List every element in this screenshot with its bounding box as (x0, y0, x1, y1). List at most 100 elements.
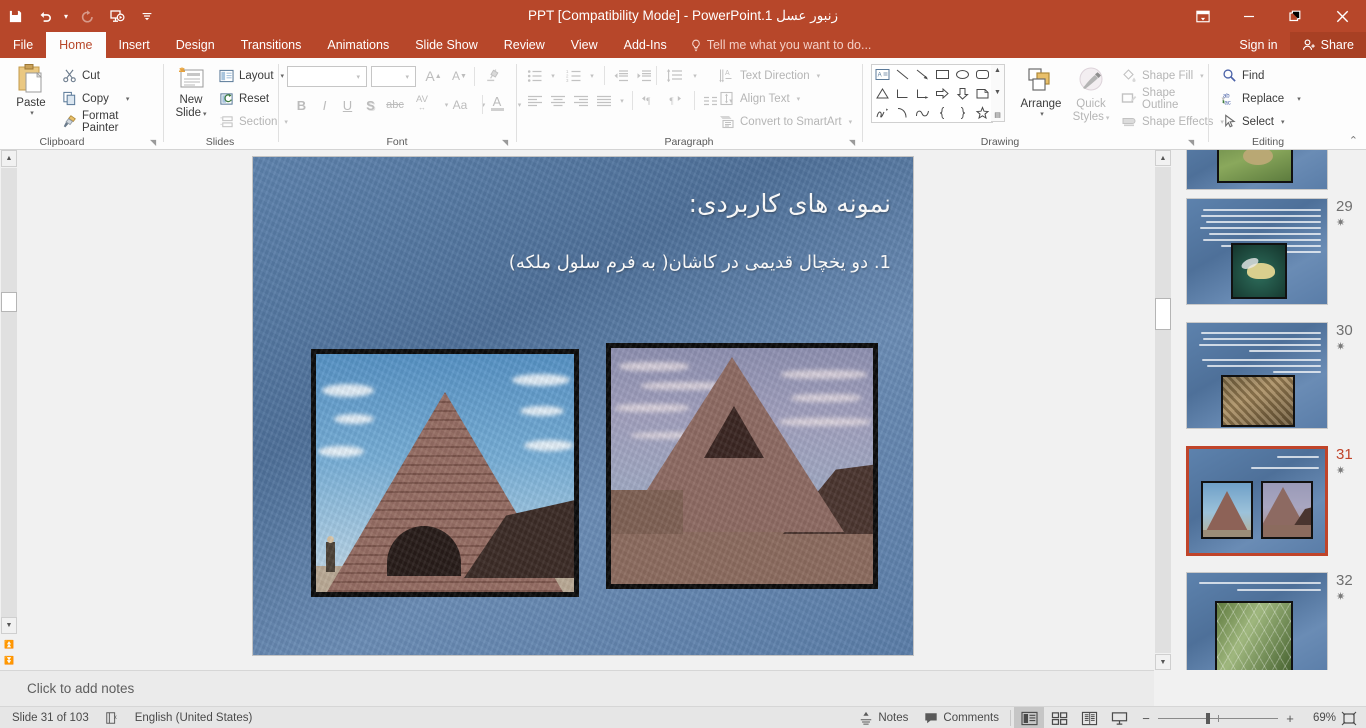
shape-text-box[interactable]: A (872, 65, 892, 84)
tab-slide-show[interactable]: Slide Show (402, 32, 491, 58)
slide-pane-scroll-up-icon[interactable]: ▲ (1155, 150, 1171, 166)
shape-fill-caret[interactable]: ▾ (1200, 72, 1204, 80)
arrange-button[interactable]: Arrange ▾ (1015, 63, 1067, 135)
quick-styles-caret[interactable]: ▾ (1106, 115, 1110, 122)
tab-file[interactable]: File (0, 32, 46, 58)
justify-caret[interactable]: ▾ (615, 90, 627, 111)
shape-arc[interactable] (892, 103, 912, 122)
clear-formatting-button[interactable] (481, 64, 505, 86)
slide-pane-scrollbar[interactable]: ▲ ▼ (1154, 150, 1172, 670)
thumbnail-item[interactable]: 29 ✷ (1172, 198, 1366, 305)
tab-home[interactable]: Home (46, 32, 106, 58)
zoom-track[interactable] (1158, 712, 1278, 724)
tell-me-search[interactable]: Tell me what you want to do... (680, 32, 882, 58)
bullets-caret[interactable]: ▾ (546, 65, 558, 86)
reset-button[interactable]: Reset (215, 87, 277, 110)
font-name-caret[interactable]: ▾ (352, 73, 364, 81)
zoom-knob[interactable] (1206, 712, 1210, 724)
thumbnail-frame[interactable] (1186, 322, 1328, 429)
drawing-dialog-launcher[interactable]: ◥ (1188, 138, 1194, 147)
slide-title-placeholder[interactable]: نمونه های کاربردی: (293, 189, 891, 218)
notes-pane[interactable]: Click to add notes (0, 670, 1154, 706)
convert-to-smartart-button[interactable]: Convert to SmartArt ▾ (715, 110, 860, 133)
shape-left-brace[interactable] (932, 103, 952, 122)
thumbnail-frame[interactable] (1186, 150, 1328, 190)
shape-scribble[interactable] (872, 103, 892, 122)
thumbnail-frame-selected[interactable] (1186, 446, 1328, 556)
rtl-text-direction-button[interactable]: ¶ (665, 90, 689, 111)
slide-pane-scroll-thumb[interactable] (1155, 298, 1171, 330)
zoom-slider[interactable]: − + (1134, 711, 1302, 726)
arrange-dropdown-caret[interactable]: ▾ (1040, 110, 1044, 118)
change-case-button[interactable]: Aa (448, 94, 472, 116)
shape-star[interactable] (972, 103, 992, 122)
outline-scroll-down-icon[interactable]: ▼ (1, 617, 17, 634)
next-slide-icon[interactable]: ⏬ (1, 653, 17, 668)
align-text-button[interactable]: Align Text ▾ (715, 87, 855, 110)
clipboard-dialog-launcher[interactable]: ◥ (150, 138, 156, 147)
slide-canvas[interactable]: نمونه های کاربردی: 1. دو یخچال قدیمی در … (253, 157, 913, 655)
slide-sorter-view-button[interactable] (1044, 707, 1074, 728)
shapes-more-icon[interactable]: ▤ (994, 111, 1001, 119)
numbering-caret[interactable]: ▾ (585, 65, 597, 86)
find-button[interactable]: Find (1218, 64, 1318, 87)
thumbnail-item[interactable] (1172, 150, 1366, 190)
slide-counter[interactable]: Slide 31 of 103 (4, 707, 97, 728)
select-button[interactable]: Select ▾ (1218, 110, 1318, 133)
tab-add-ins[interactable]: Add-Ins (611, 32, 680, 58)
character-spacing-button[interactable]: AV ↔ (409, 92, 435, 114)
replace-caret[interactable]: ▾ (1297, 95, 1301, 103)
shapes-scroll-down-icon[interactable]: ▼ (994, 89, 1001, 96)
paste-button[interactable]: Paste ▾ (8, 63, 54, 135)
align-right-button[interactable] (570, 90, 592, 111)
align-center-button[interactable] (547, 90, 569, 111)
slide-pane-scroll-down-icon[interactable]: ▼ (1155, 654, 1171, 670)
collapse-ribbon-button[interactable]: ⌃ (1349, 134, 1358, 147)
ltr-text-direction-button[interactable]: ¶ (639, 90, 663, 111)
strikethrough-button[interactable]: abc (382, 94, 408, 116)
yakhchal-conical-photo[interactable] (311, 349, 579, 597)
decrease-font-size-button[interactable]: A ▼ (448, 65, 471, 87)
tab-insert[interactable]: Insert (106, 32, 163, 58)
notes-placeholder[interactable]: Click to add notes (27, 681, 134, 696)
select-caret[interactable]: ▾ (1281, 118, 1285, 126)
shapes-gallery[interactable]: A (871, 64, 993, 123)
thumbnail-frame[interactable] (1186, 572, 1328, 670)
shape-rectangle[interactable] (932, 65, 952, 84)
italic-button[interactable]: I (313, 94, 336, 116)
shape-right-arrow[interactable] (932, 84, 952, 103)
zoom-in-button[interactable]: + (1285, 711, 1295, 726)
shape-folded-corner[interactable] (972, 84, 992, 103)
spelling-check-icon[interactable]: x (97, 707, 127, 728)
tab-design[interactable]: Design (163, 32, 228, 58)
thumbnail-item[interactable]: 30 ✷ (1172, 322, 1366, 429)
minimize-button[interactable] (1226, 0, 1272, 32)
close-button[interactable] (1318, 0, 1366, 32)
zoom-percentage[interactable]: 69% (1302, 712, 1336, 724)
slide-body-placeholder[interactable]: 1. دو یخچال قدیمی در کاشان( به فرم سلول … (283, 252, 891, 273)
reading-view-button[interactable] (1074, 707, 1104, 728)
yakhchal-pyramidal-photo[interactable] (606, 343, 878, 589)
quick-styles-button[interactable]: Quick Styles ▾ (1068, 63, 1114, 135)
line-spacing-caret[interactable]: ▾ (688, 65, 700, 86)
numbering-button[interactable]: 123 (563, 65, 585, 86)
maximize-restore-button[interactable] (1272, 0, 1318, 32)
align-text-caret[interactable]: ▾ (797, 95, 801, 103)
slide-show-button[interactable] (1104, 707, 1134, 728)
zoom-out-button[interactable]: − (1141, 711, 1151, 726)
tab-transitions[interactable]: Transitions (228, 32, 315, 58)
shape-rounded-rectangle[interactable] (972, 65, 992, 84)
shape-oval[interactable] (952, 65, 972, 84)
shape-elbow-arrow-connector[interactable] (912, 84, 932, 103)
shape-arrow[interactable] (912, 65, 932, 84)
normal-view-button[interactable] (1014, 707, 1044, 728)
underline-button[interactable]: U (336, 94, 359, 116)
shape-triangle[interactable] (872, 84, 892, 103)
slide-thumbnail-panel[interactable]: 29 ✷ 30 ✷ 31 ✷ 32 ✷ (1172, 150, 1366, 670)
layout-button[interactable]: Layout ▾ (215, 64, 284, 87)
increase-indent-button[interactable] (633, 65, 655, 86)
shape-fill-button[interactable]: Shape Fill ▾ (1117, 64, 1212, 87)
shape-elbow-connector[interactable] (892, 84, 912, 103)
font-size-combo[interactable]: ▾ (371, 66, 416, 87)
tab-animations[interactable]: Animations (314, 32, 402, 58)
